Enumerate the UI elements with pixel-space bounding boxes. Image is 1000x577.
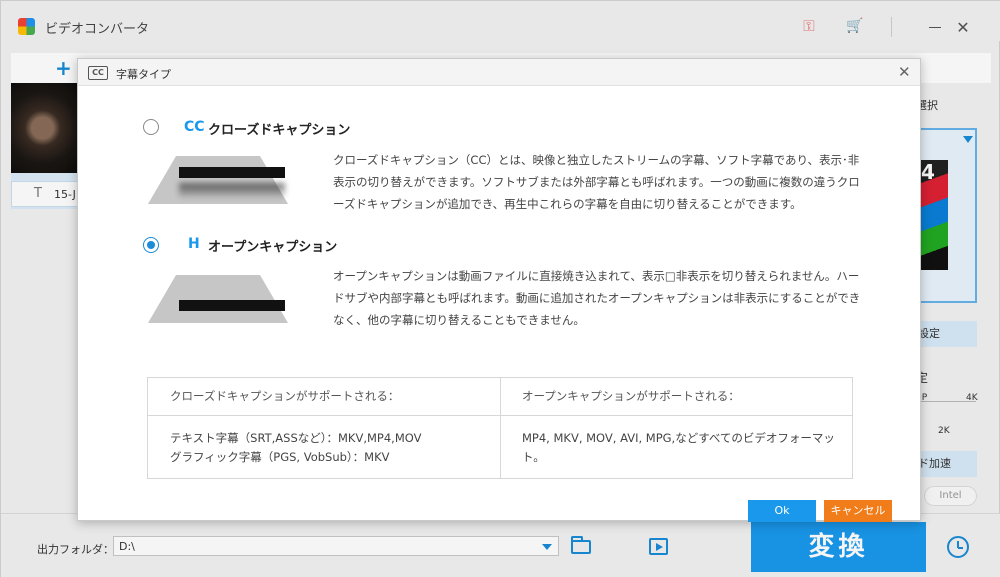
- support-table: クローズドキャプションがサポートされる： オープンキャプションがサポートされる：…: [147, 377, 853, 479]
- open-support-header: オープンキャプションがサポートされる：: [522, 389, 740, 403]
- open-caption-illustration: [148, 275, 288, 323]
- dialog-title: 字幕タイプ: [116, 68, 171, 81]
- table-column-divider: [500, 378, 501, 478]
- radio-open-caption[interactable]: [143, 237, 159, 253]
- dialog-header: CC 字幕タイプ ✕: [78, 59, 920, 86]
- closed-caption-shadow: [179, 183, 285, 197]
- open-caption-bar: [179, 300, 285, 311]
- closed-caption-description: クローズドキャプション（CC）とは、映像と独立したストリームの字幕、ソフト字幕で…: [333, 153, 860, 211]
- cc-badge-icon: CC: [184, 119, 205, 135]
- cc-icon: CC: [88, 66, 108, 80]
- open-support-text: MP4, MKV, MOV, AVI, MPG,などすべてのビデオフォーマット。: [522, 431, 835, 464]
- open-caption-description: オープンキャプションは動画ファイルに直接焼き込まれて、表示□非表示を切り替えられ…: [333, 269, 861, 327]
- closed-caption-bar: [179, 167, 285, 178]
- table-row-divider: [148, 415, 852, 416]
- dialog-close-icon[interactable]: ✕: [898, 64, 911, 80]
- cc-support-text-line: テキスト字幕（SRT,ASSなど）：MKV,MP4,MOV: [170, 431, 422, 445]
- cancel-button[interactable]: キャンセル: [824, 500, 892, 522]
- open-caption-title[interactable]: オープンキャプション: [208, 236, 337, 255]
- radio-closed-caption[interactable]: [143, 119, 159, 135]
- cc-support-header: クローズドキャプションがサポートされる：: [170, 389, 400, 403]
- h-badge-icon: H: [188, 236, 200, 252]
- ok-button[interactable]: Ok: [748, 500, 816, 522]
- subtitle-type-dialog: CC 字幕タイプ ✕ CC クローズドキャプション クローズドキャプション（CC…: [77, 58, 921, 522]
- cc-support-graphic-line: グラフィック字幕（PGS, VobSub）：MKV: [170, 450, 390, 464]
- closed-caption-title[interactable]: クローズドキャプション: [208, 119, 350, 138]
